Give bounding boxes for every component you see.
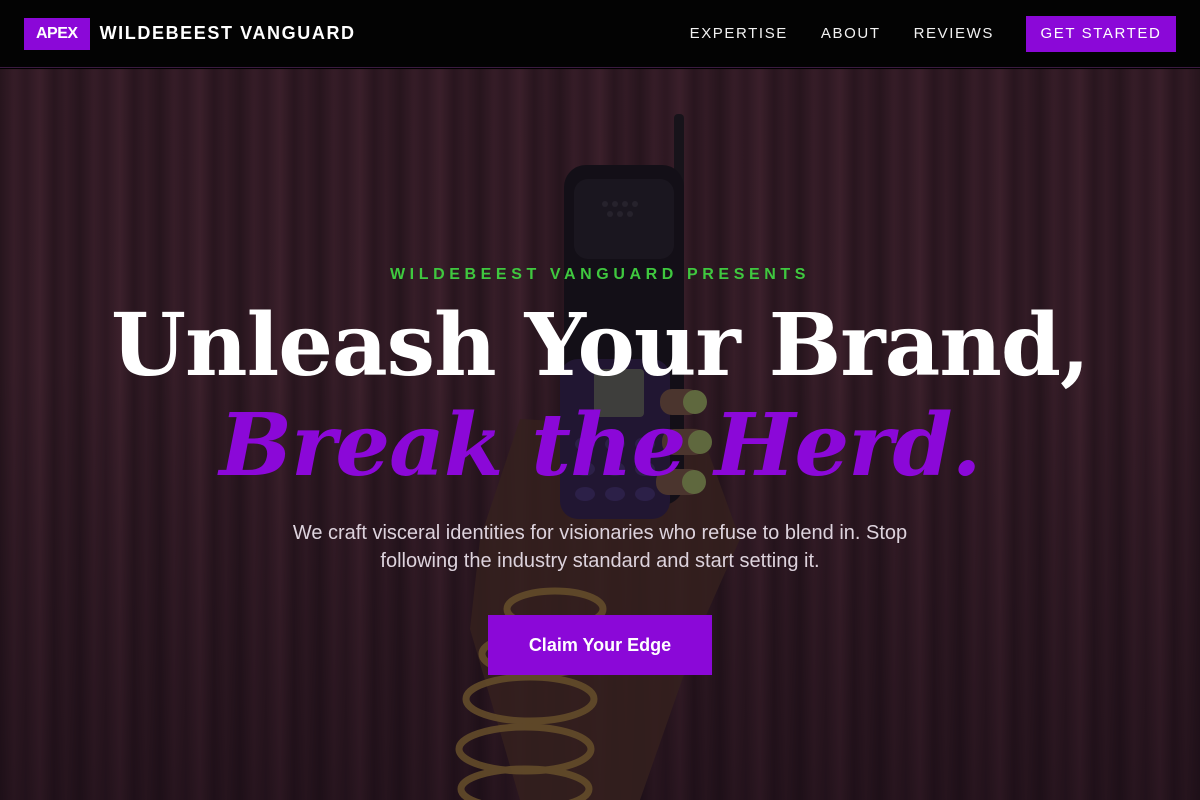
logo-badge[interactable]: APEX bbox=[24, 17, 90, 50]
nav-link-expertise[interactable]: EXPERTISE bbox=[690, 25, 788, 42]
hero-headline-line1: Unleash Your Brand, bbox=[111, 295, 1090, 396]
hero-headline-line2: Break the Herd. bbox=[219, 395, 981, 496]
nav-link-reviews[interactable]: REVIEWS bbox=[914, 25, 994, 42]
hero-content: WILDEBEEST VANGUARD PRESENTS Unleash You… bbox=[0, 69, 1200, 800]
top-navbar: APEX WILDEBEEST VANGUARD EXPERTISE ABOUT… bbox=[0, 0, 1200, 68]
get-started-button[interactable]: GET STARTED bbox=[1026, 15, 1176, 52]
hero-eyebrow: WILDEBEEST VANGUARD PRESENTS bbox=[389, 266, 811, 283]
nav-menu: EXPERTISE ABOUT REVIEWS GET STARTED bbox=[657, 15, 1176, 52]
hero-subtext: We craft visceral identities for visiona… bbox=[292, 522, 908, 572]
claim-your-edge-button[interactable]: Claim Your Edge bbox=[488, 615, 712, 675]
brand[interactable]: APEX WILDEBEEST VANGUARD bbox=[24, 17, 356, 50]
hero-section: WILDEBEEST VANGUARD PRESENTS Unleash You… bbox=[0, 69, 1200, 800]
nav-link-about[interactable]: ABOUT bbox=[821, 25, 881, 42]
brand-name[interactable]: WILDEBEEST VANGUARD bbox=[100, 23, 356, 44]
